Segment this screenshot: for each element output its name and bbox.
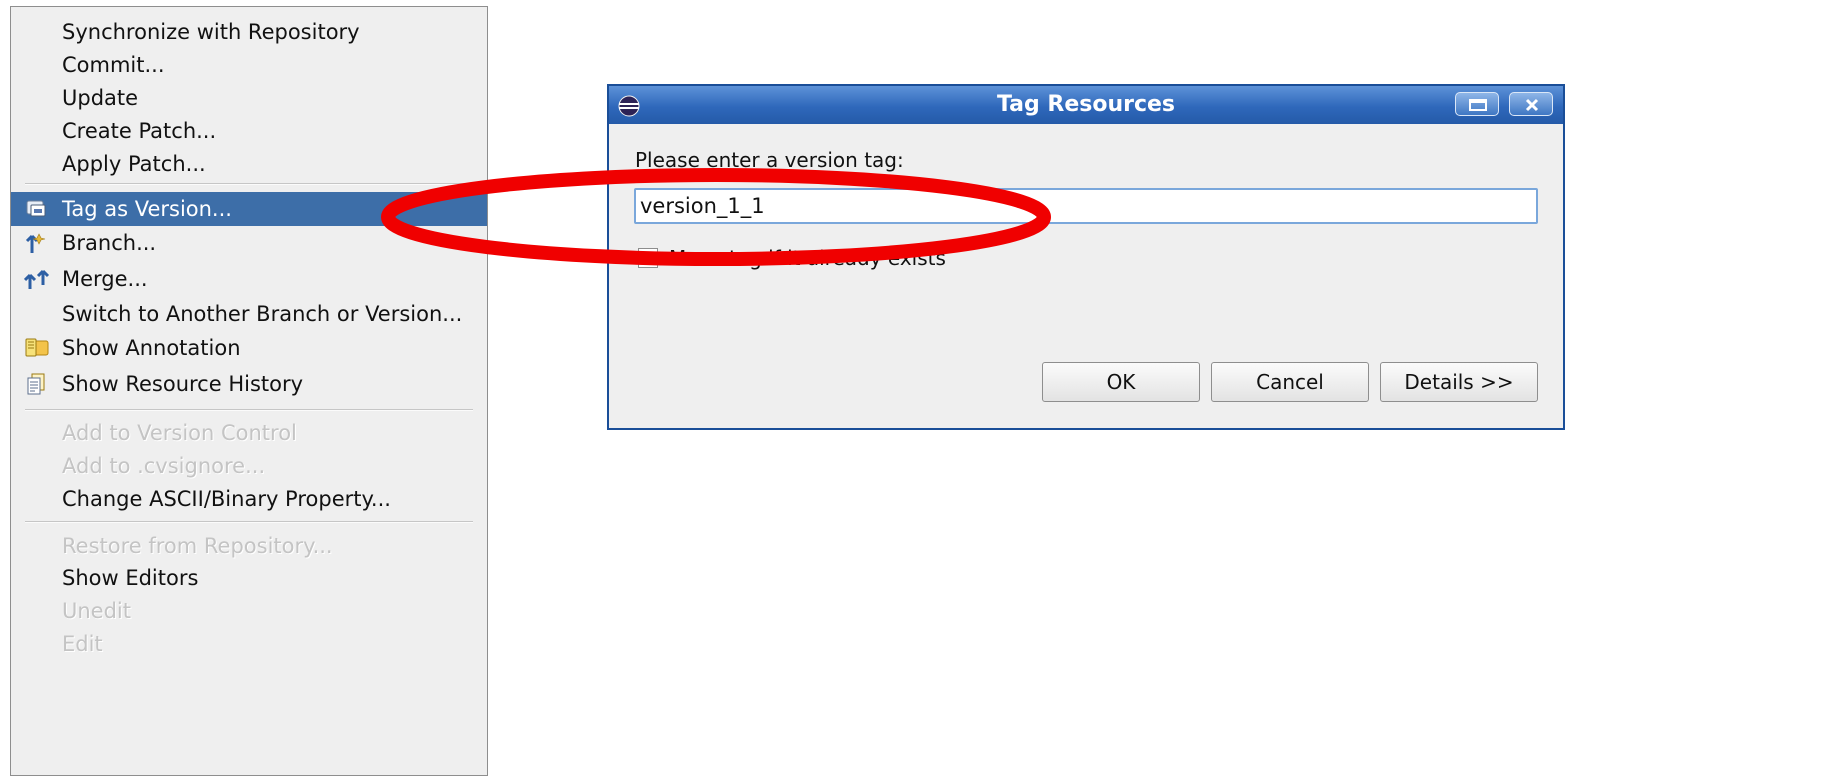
menu-item-label: Show Annotation [62, 336, 241, 360]
menu-item-label: Synchronize with Repository [62, 20, 360, 44]
menu-separator [25, 409, 473, 411]
menu-item-create-patch[interactable]: Create Patch... [11, 115, 487, 147]
history-icon [24, 372, 48, 396]
menu-item-add-to-version-control: Add to Version Control [11, 417, 487, 449]
menu-item-change-ascii-binary[interactable]: Change ASCII/Binary Property... [11, 483, 487, 515]
menu-item-label: Change ASCII/Binary Property... [62, 487, 391, 511]
menu-item-tag-as-version[interactable]: Tag as Version... [11, 192, 487, 226]
ok-button[interactable]: OK [1042, 362, 1200, 402]
menu-item-label: Show Editors [62, 566, 199, 590]
menu-item-label: Update [62, 86, 139, 110]
menu-item-add-to-cvsignore: Add to .cvsignore... [11, 450, 487, 482]
close-icon [1525, 98, 1539, 112]
menu-item-show-editors[interactable]: Show Editors [11, 562, 487, 594]
dialog-titlebar[interactable]: Tag Resources [609, 86, 1563, 124]
version-tag-prompt: Please enter a version tag: [635, 148, 904, 172]
menu-item-label: Tag as Version... [62, 197, 232, 221]
menu-item-label: Add to .cvsignore... [62, 454, 266, 478]
menu-item-apply-patch[interactable]: Apply Patch... [11, 148, 487, 180]
merge-icon [23, 267, 50, 291]
menu-item-branch[interactable]: Branch... [11, 227, 487, 259]
menu-item-unedit: Unedit [11, 595, 487, 627]
annotation-icon [24, 336, 49, 360]
menu-item-restore-from-repository: Restore from Repository... [11, 530, 487, 562]
tag-icon [24, 196, 48, 220]
menu-item-show-annotation[interactable]: Show Annotation [11, 332, 487, 364]
menu-item-show-resource-history[interactable]: Show Resource History [11, 368, 487, 400]
menu-item-label: Merge... [62, 267, 148, 291]
menu-item-label: Branch... [62, 231, 157, 255]
team-context-menu: Synchronize with Repository Commit... Up… [10, 6, 488, 776]
menu-item-edit: Edit [11, 628, 487, 660]
menu-item-update[interactable]: Update [11, 82, 487, 114]
menu-item-synchronize[interactable]: Synchronize with Repository [11, 16, 487, 48]
menu-item-commit[interactable]: Commit... [11, 49, 487, 81]
menu-item-label: Apply Patch... [62, 152, 206, 176]
close-button[interactable] [1509, 92, 1553, 116]
maximize-button[interactable] [1455, 92, 1499, 116]
menu-item-label: Unedit [62, 599, 131, 623]
menu-item-merge[interactable]: Merge... [11, 263, 487, 295]
tag-resources-dialog: Tag Resources Please enter a version tag… [607, 84, 1565, 430]
maximize-icon [1469, 99, 1487, 111]
move-tag-checkbox[interactable] [638, 248, 658, 268]
version-tag-input[interactable] [634, 188, 1538, 224]
menu-item-label: Show Resource History [62, 372, 304, 396]
menu-item-label: Switch to Another Branch or Version... [62, 302, 463, 326]
branch-icon [24, 231, 48, 255]
move-tag-checkbox-label: Move tag if it already exists [669, 246, 946, 270]
menu-item-switch-branch[interactable]: Switch to Another Branch or Version... [11, 298, 487, 330]
menu-item-label: Create Patch... [62, 119, 217, 143]
menu-item-label: Edit [62, 632, 103, 656]
menu-separator [25, 183, 473, 185]
menu-item-label: Add to Version Control [62, 421, 297, 445]
menu-separator [25, 521, 473, 523]
details-button[interactable]: Details >> [1380, 362, 1538, 402]
menu-item-label: Commit... [62, 53, 165, 77]
menu-item-label: Restore from Repository... [62, 534, 333, 558]
dialog-title: Tag Resources [996, 92, 1176, 117]
cancel-button[interactable]: Cancel [1211, 362, 1369, 402]
